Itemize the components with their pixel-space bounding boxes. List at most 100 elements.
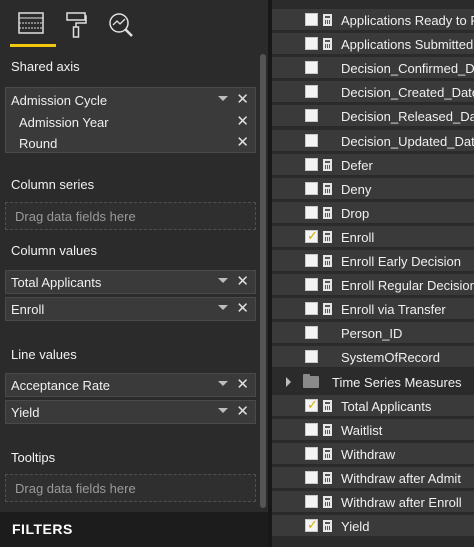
chevron-down-icon[interactable] — [218, 305, 228, 310]
close-icon[interactable]: ✕ — [236, 91, 249, 109]
analytics-magnifier-icon — [109, 13, 133, 37]
field-name: Withdraw — [341, 446, 396, 462]
column-values-title: Column values — [11, 243, 97, 258]
field-name: Withdraw after Enroll — [341, 495, 462, 510]
checkbox[interactable] — [305, 181, 318, 195]
field-name: Drop — [341, 205, 370, 221]
fields-tab[interactable] — [16, 12, 46, 46]
line-values-field[interactable]: Acceptance Rate ✕ — [5, 373, 256, 397]
checkbox[interactable] — [305, 495, 318, 508]
close-icon[interactable]: ✕ — [236, 273, 249, 291]
folder-icon — [303, 373, 319, 388]
chevron-down-icon[interactable] — [218, 96, 228, 101]
filters-header[interactable]: FILTERS — [0, 512, 268, 547]
field-list-item[interactable]: Withdraw — [272, 442, 474, 465]
calculator-icon — [323, 399, 332, 412]
field-list-item[interactable]: Person_ID — [272, 322, 474, 345]
checkbox[interactable] — [305, 85, 318, 99]
shared-axis-field[interactable]: Round ✕ — [6, 132, 255, 154]
field-list-item[interactable]: Drop — [272, 201, 474, 224]
close-icon[interactable]: ✕ — [236, 113, 249, 131]
field-label: Admission Cycle — [11, 93, 108, 108]
field-name: Enroll Early Decision — [341, 254, 461, 269]
checkbox[interactable] — [305, 446, 318, 460]
shared-axis-field[interactable]: Admission Cycle ✕ — [6, 89, 255, 111]
field-list-item[interactable]: Decision_Released_Date — [272, 105, 474, 128]
column-series-dropzone[interactable]: Drag data fields here — [5, 202, 256, 230]
checkbox[interactable] — [305, 61, 318, 75]
field-list-item[interactable]: Applications Submitted — [272, 33, 474, 56]
check-icon: ✓ — [307, 396, 318, 412]
field-list-item[interactable]: Applications Ready to Read — [272, 9, 474, 31]
field-list-item[interactable]: ✓ Yield — [272, 515, 474, 538]
calculator-icon — [323, 423, 332, 436]
checkbox[interactable] — [305, 350, 318, 364]
checkbox[interactable] — [305, 470, 318, 484]
viz-tab-bar — [0, 0, 268, 50]
chevron-down-icon[interactable] — [218, 381, 228, 386]
field-list-item[interactable]: Enroll via Transfer — [272, 298, 474, 321]
field-list-item[interactable]: Decision_Updated_Date — [272, 129, 474, 152]
checkbox[interactable] — [305, 157, 318, 171]
chevron-right-icon[interactable] — [286, 376, 291, 387]
chevron-down-icon[interactable] — [218, 408, 228, 413]
checkbox[interactable] — [305, 109, 318, 123]
shared-axis-well[interactable]: Admission Cycle ✕ Admission Year ✕ Round… — [5, 87, 256, 153]
wells-scrollbar[interactable] — [260, 52, 266, 510]
close-icon[interactable]: ✕ — [236, 134, 249, 152]
checkbox-checked[interactable]: ✓ — [305, 228, 318, 243]
checkbox[interactable] — [305, 133, 318, 147]
field-name: Defer — [341, 157, 373, 173]
field-name: Enroll via Transfer — [341, 302, 446, 318]
visualizations-pane: Shared axis Admission Cycle ✕ Admission … — [0, 0, 268, 547]
field-name: Decision_Released_Date — [341, 109, 474, 125]
line-values-field[interactable]: Yield ✕ — [5, 400, 256, 424]
field-list-item[interactable]: Defer — [272, 153, 474, 176]
field-name: Decision_Confirmed_Date — [341, 61, 474, 77]
calculator-icon — [323, 182, 332, 195]
checkbox-checked[interactable]: ✓ — [305, 517, 318, 533]
checkbox[interactable] — [305, 37, 318, 51]
chevron-down-icon[interactable] — [218, 278, 228, 283]
checkbox[interactable] — [305, 13, 318, 26]
field-list-item[interactable]: Withdraw after Enroll — [272, 491, 474, 513]
field-list-item[interactable]: Enroll Early Decision — [272, 250, 474, 272]
checkbox[interactable] — [305, 422, 318, 436]
field-list-item[interactable]: Deny — [272, 177, 474, 200]
checkbox[interactable] — [305, 278, 318, 292]
analytics-tab[interactable] — [106, 12, 136, 46]
field-list-item[interactable]: Decision_Created_Date — [272, 81, 474, 104]
column-values-field[interactable]: Enroll ✕ — [5, 297, 256, 321]
field-list-item[interactable]: Enroll Regular Decision — [272, 274, 474, 297]
field-label: Yield — [11, 405, 40, 420]
field-name: Waitlist — [341, 422, 383, 438]
checkbox[interactable] — [305, 205, 318, 219]
dropzone-placeholder: Drag data fields here — [15, 209, 136, 224]
close-icon[interactable]: ✕ — [236, 376, 249, 394]
field-name: Enroll — [341, 229, 375, 245]
column-values-field[interactable]: Total Applicants ✕ — [5, 270, 256, 294]
field-group-time-series-measures[interactable]: Time Series Measures — [272, 370, 474, 393]
check-icon: ✓ — [307, 517, 318, 533]
shared-axis-field[interactable]: Admission Year ✕ — [6, 111, 255, 133]
field-name: Yield — [341, 519, 370, 535]
field-list-item[interactable]: SystemOfRecord — [272, 346, 474, 369]
field-list-item[interactable]: ✓ Enroll — [272, 225, 474, 248]
calculator-icon — [323, 447, 332, 460]
field-list-item[interactable]: Waitlist — [272, 418, 474, 441]
field-list-item[interactable]: Withdraw after Admit — [272, 466, 474, 489]
checkbox[interactable] — [305, 326, 318, 340]
close-icon[interactable]: ✕ — [236, 300, 249, 318]
field-name: Deny — [341, 181, 372, 197]
scrollbar-thumb[interactable] — [260, 54, 266, 508]
column-series-title: Column series — [11, 177, 95, 192]
close-icon[interactable]: ✕ — [236, 403, 249, 421]
checkbox[interactable] — [305, 254, 318, 267]
active-tab-indicator — [10, 44, 56, 47]
checkbox[interactable] — [305, 302, 318, 316]
field-list-item[interactable]: Decision_Confirmed_Date — [272, 57, 474, 80]
format-tab[interactable] — [61, 12, 91, 46]
field-list-item[interactable]: ✓ Total Applicants — [272, 394, 474, 417]
tooltips-dropzone[interactable]: Drag data fields here — [5, 474, 256, 502]
checkbox-checked[interactable]: ✓ — [305, 396, 318, 412]
